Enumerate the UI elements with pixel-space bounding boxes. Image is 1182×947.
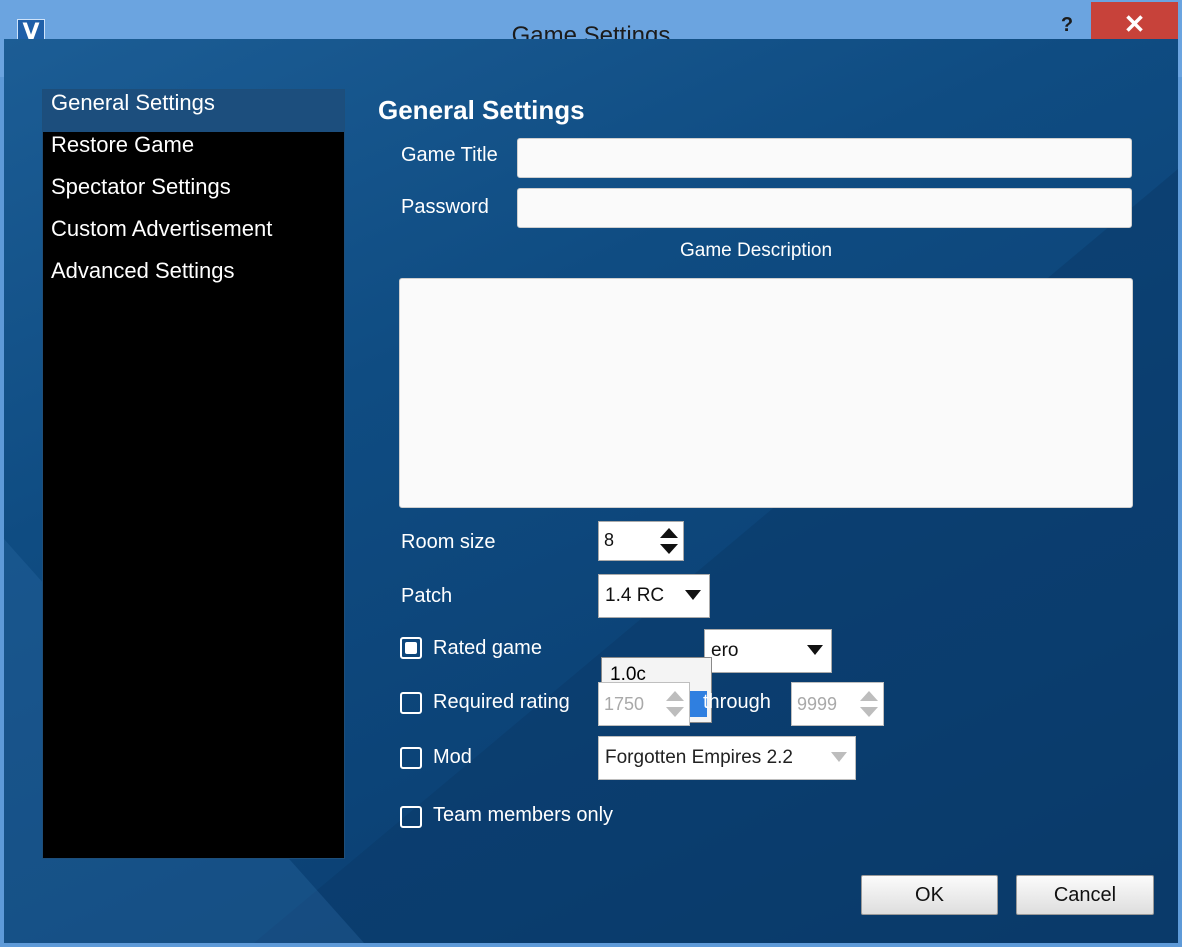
required-rating-label: Required rating: [433, 691, 570, 713]
team-members-only-label: Team members only: [433, 804, 614, 826]
patch-label: Patch: [401, 585, 453, 607]
mod-label: Mod: [433, 746, 472, 768]
patch-combobox[interactable]: 1.4 RC: [598, 574, 710, 618]
game-title-input[interactable]: [517, 138, 1132, 178]
chevron-down-icon: [831, 752, 847, 762]
room-size-spinner[interactable]: 8: [598, 521, 684, 561]
nav-item-spectator-settings[interactable]: Spectator Settings: [43, 174, 344, 216]
spinner-arrows-icon[interactable]: [663, 687, 687, 721]
chevron-down-icon: [807, 645, 823, 655]
nav-item-restore-game[interactable]: Restore Game: [43, 132, 344, 174]
spinner-arrows-icon[interactable]: [857, 687, 881, 721]
chevron-down-icon: [685, 590, 701, 600]
through-label: through: [703, 691, 771, 713]
mod-value: Forgotten Empires 2.2: [605, 747, 793, 768]
room-size-value: 8: [604, 530, 615, 550]
ok-button[interactable]: OK: [861, 875, 998, 915]
game-title-label: Game Title: [401, 144, 498, 166]
mod-checkbox[interactable]: [400, 747, 422, 769]
rating-min-spinner[interactable]: 1750: [598, 682, 690, 726]
room-size-label: Room size: [401, 531, 496, 553]
rating-max-spinner[interactable]: 9999: [791, 682, 884, 726]
settings-nav: General Settings Restore Game Spectator …: [42, 89, 345, 859]
mod-combobox[interactable]: Forgotten Empires 2.2: [598, 736, 856, 780]
rating-min-value: 1750: [604, 694, 645, 714]
help-button[interactable]: ?: [1052, 10, 1082, 40]
rating-max-value: 9999: [797, 694, 838, 714]
nav-item-custom-advertisement[interactable]: Custom Advertisement: [43, 216, 344, 258]
nav-item-general-settings[interactable]: General Settings: [43, 90, 344, 132]
rated-type-combobox[interactable]: ero: [704, 629, 832, 673]
section-title: General Settings: [378, 95, 585, 125]
team-members-only-checkbox[interactable]: [400, 806, 422, 828]
dialog-body: General Settings Restore Game Spectator …: [4, 39, 1178, 943]
game-description-label: Game Description: [680, 240, 833, 261]
rated-type-value: ero: [711, 640, 739, 661]
game-description-textarea[interactable]: [399, 278, 1133, 508]
nav-item-advanced-settings[interactable]: Advanced Settings: [43, 258, 344, 300]
password-input[interactable]: [517, 188, 1132, 228]
password-label: Password: [401, 196, 489, 218]
rated-game-label: Rated game: [433, 637, 542, 659]
patch-value: 1.4 RC: [605, 585, 665, 606]
required-rating-checkbox[interactable]: [400, 692, 422, 714]
rated-game-checkbox[interactable]: [400, 637, 422, 659]
spinner-arrows-icon[interactable]: [657, 524, 681, 558]
cancel-button[interactable]: Cancel: [1016, 875, 1154, 915]
